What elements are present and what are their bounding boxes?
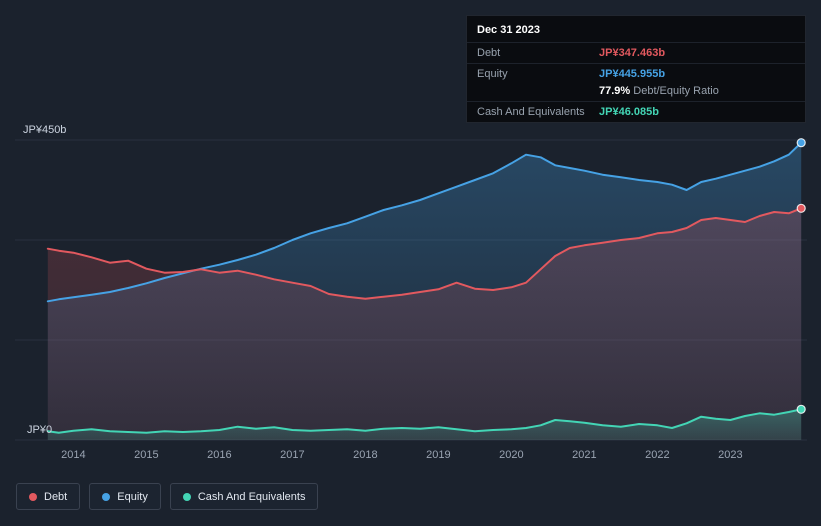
y-axis-label-top: JP¥450b (23, 124, 67, 136)
legend-item-equity[interactable]: Equity (89, 483, 161, 510)
chart-tooltip: Dec 31 2023 Debt JP¥347.463b Equity JP¥4… (466, 15, 806, 123)
equity-dot-icon (102, 492, 111, 501)
x-axis-tick: 2020 (499, 449, 524, 461)
tooltip-row-cash: Cash And Equivalents JP¥46.085b (467, 101, 805, 122)
legend-label-debt: Debt (44, 490, 68, 503)
debt-dot-icon (29, 492, 37, 501)
cash-dot-icon (182, 492, 191, 501)
tooltip-row-debt: Debt JP¥347.463b (467, 42, 805, 63)
x-axis-tick: 2015 (134, 449, 159, 461)
legend-label-equity: Equity (117, 490, 148, 503)
tooltip-equity-value: JP¥445.955b (599, 68, 666, 80)
tooltip-row-equity: Equity JP¥445.955b (467, 63, 805, 84)
x-axis-tick: 2018 (353, 449, 378, 461)
tooltip-ratio-value: 77.9% (599, 85, 631, 97)
chart-legend: Debt Equity Cash And Equivalents (16, 483, 319, 510)
x-axis-tick: 2014 (61, 449, 86, 461)
x-axis-tick: 2016 (207, 449, 232, 461)
x-axis-tick: 2019 (426, 449, 451, 461)
tooltip-equity-label: Equity (477, 68, 508, 80)
y-axis-label-bottom: JP¥0 (27, 424, 53, 436)
x-axis-tick: 2021 (572, 449, 597, 461)
x-axis-tick: 2017 (280, 449, 305, 461)
tooltip-debt-value: JP¥347.463b (599, 47, 666, 59)
legend-label-cash: Cash And Equivalents (197, 490, 306, 503)
tooltip-date: Dec 31 2023 (477, 24, 540, 36)
legend-item-cash[interactable]: Cash And Equivalents (169, 483, 319, 510)
tooltip-debt-label: Debt (477, 47, 501, 59)
tooltip-ratio-label: Debt/Equity Ratio (633, 85, 719, 97)
tooltip-cash-value: JP¥46.085b (599, 106, 659, 118)
x-axis-tick: 2022 (645, 449, 670, 461)
tooltip-cash-label: Cash And Equivalents (477, 106, 585, 118)
legend-item-debt[interactable]: Debt (16, 483, 81, 510)
debt-equity-chart-page: { "colors": { "background": "#1b222d", "… (0, 0, 821, 526)
x-axis-tick: 2023 (718, 449, 743, 461)
tooltip-row-ratio: 77.9% Debt/Equity Ratio (467, 84, 805, 101)
